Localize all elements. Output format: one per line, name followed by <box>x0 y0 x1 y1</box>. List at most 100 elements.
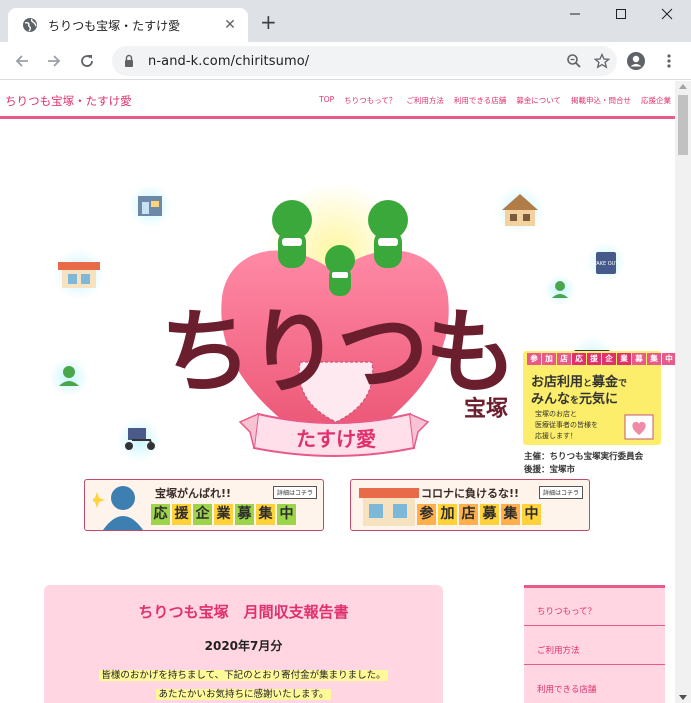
close-window-button[interactable] <box>644 0 690 28</box>
organizer-text: 主催：ちりつも宝塚実行委員会 <box>524 452 644 462</box>
reload-icon <box>81 55 93 67</box>
cheering-person-icon <box>93 486 143 530</box>
sponsor-tag: 参 <box>527 353 541 365</box>
profile-button[interactable] <box>625 50 647 72</box>
tab-close-icon[interactable]: ✕ <box>222 17 238 33</box>
url-text[interactable]: n-and-k.com/chiritsumo/ <box>148 54 561 69</box>
monthly-report: ちりつも宝塚 月間収支報告書 2020年7月分 皆様のおかげを持ちまして、下記の… <box>44 585 443 703</box>
report-highlight: あたたかいお気持ちに感謝いたします。 <box>156 689 331 700</box>
donation-box-icon <box>624 414 654 440</box>
scroll-down-icon[interactable] <box>679 695 687 700</box>
more-vert-icon <box>667 54 671 68</box>
nav-donation[interactable]: 募金について <box>516 95 561 106</box>
report-date: 2020年7月分 <box>204 639 283 653</box>
browser-tab[interactable]: ちりつも宝塚・たすけ愛 ✕ <box>8 8 248 42</box>
sponsor-tag: 店 <box>557 353 571 365</box>
banner-right-headline: コロナに負けるな!! <box>421 487 520 500</box>
report-line-2: あたたかいお気持ちに感謝いたします。 <box>44 686 443 700</box>
banner-left-chars: 応 援 企 業 募 集 中 <box>151 504 296 525</box>
delivery-scooter-icon <box>117 418 161 462</box>
sponsor-tag: 中 <box>662 353 675 365</box>
shop-recruit-banner[interactable]: コロナに負けるな!! 詳細はコチラ 参 加 店 募 集 中 <box>350 479 590 531</box>
takeout-bag-icon: TAKE OUT <box>586 242 626 282</box>
supporter-text: 後援：宝塚市 <box>524 465 576 475</box>
page-scrollbar[interactable] <box>675 81 691 703</box>
sponsor-recruit-banner[interactable]: 宝塚がんばれ!! 詳細はコチラ 応 援 企 業 募 集 中 <box>84 479 324 531</box>
sidebar-item-about[interactable]: ちりつもって？ <box>524 588 665 626</box>
account-icon <box>627 52 645 70</box>
menu-button[interactable] <box>659 51 679 71</box>
sponsor-headline-part: で <box>618 379 628 389</box>
scroll-up-icon[interactable] <box>679 84 687 89</box>
store-awning-icon <box>53 248 105 300</box>
report-highlight: 皆様のおかげを持ちまして、下記のとおり寄付金が集まりました。 <box>99 670 388 681</box>
zoom-button[interactable] <box>561 48 587 74</box>
nav-shops[interactable]: 利用できる店舗 <box>454 95 506 106</box>
nav-about[interactable]: ちりつもって？ <box>344 95 396 106</box>
tab-title: ちりつも宝塚・たすけ愛 <box>48 18 181 33</box>
banner-char: 企 <box>193 504 212 525</box>
sponsor-tag: 応 <box>572 353 586 365</box>
banner-left-detail-tag: 詳細はコチラ <box>272 486 317 499</box>
bookmark-button[interactable] <box>589 48 615 74</box>
banner-char: 中 <box>522 504 541 525</box>
zoom-icon <box>567 54 581 68</box>
lock-icon <box>125 54 133 67</box>
globe-icon <box>23 18 37 32</box>
ribbon-text: たすけ愛 <box>296 427 376 451</box>
sidebar-item-shops[interactable]: 利用できる店舗 <box>524 666 665 703</box>
shop-icon <box>359 488 419 526</box>
sponsor-tag: 加 <box>542 353 556 365</box>
sponsor-sub-1: 宝塚のお店と <box>535 410 577 418</box>
sidebar-item-howto[interactable]: ご利用方法 <box>524 627 665 665</box>
person-icon-right <box>544 274 576 306</box>
banner-char: 集 <box>501 504 520 525</box>
banner-right-chars: 参 加 店 募 集 中 <box>417 504 541 525</box>
address-bar[interactable]: n-and-k.com/chiritsumo/ <box>112 46 617 76</box>
sponsor-tag: 援 <box>587 353 601 365</box>
global-nav: TOP ちりつもって？ ご利用方法 利用できる店舗 募金について 掲載申込・問合… <box>319 95 671 106</box>
site-title[interactable]: ちりつも宝塚・たすけ愛 <box>5 93 132 109</box>
sponsor-headline-part: を <box>570 396 580 406</box>
browser-toolbar: n-and-k.com/chiritsumo/ <box>0 42 691 80</box>
banner-char: 募 <box>235 504 254 525</box>
banner-right-detail-tag: 詳細はコチラ <box>538 486 583 499</box>
person-icon-left <box>49 357 89 397</box>
banner-left-headline: 宝塚がんばれ!! <box>155 487 232 500</box>
new-tab-button[interactable]: + <box>260 12 277 32</box>
web-page: ちりつも宝塚・たすけ愛 TOP ちりつもって？ ご利用方法 利用できる店舗 募金… <box>0 81 675 703</box>
banner-char: 参 <box>417 504 436 525</box>
nav-contact[interactable]: 掲載申込・問合せ <box>571 95 631 106</box>
shop-front-icon <box>128 184 172 228</box>
banner-char: 集 <box>256 504 275 525</box>
nav-howto[interactable]: ご利用方法 <box>406 95 444 106</box>
nav-sponsors[interactable]: 応援企業 <box>641 95 671 106</box>
banner-char: 加 <box>438 504 457 525</box>
report-line-1: 皆様のおかげを持ちまして、下記のとおり寄付金が集まりました。 <box>44 667 443 681</box>
sponsor-tag: 企 <box>602 353 616 365</box>
banner-char: 援 <box>172 504 191 525</box>
sponsor-sub-3: 応援します！ <box>535 432 577 440</box>
reload-button[interactable] <box>77 51 97 71</box>
minimize-icon <box>570 13 580 15</box>
banner-char: 応 <box>151 504 170 525</box>
banner-char: 業 <box>214 504 233 525</box>
sponsor-headline-part: 元気に <box>579 392 619 407</box>
report-title: ちりつも宝塚 月間収支報告書 <box>138 603 349 621</box>
nav-top[interactable]: TOP <box>319 95 334 106</box>
sponsor-sub-2: 医療従事者の皆様を <box>535 421 598 429</box>
sponsor-tag: 業 <box>617 353 631 365</box>
house-icon <box>496 186 544 234</box>
banner-char: 中 <box>277 504 296 525</box>
banner-char: 募 <box>480 504 499 525</box>
takeout-label: TAKE OUT <box>593 261 620 267</box>
minimize-button[interactable] <box>552 0 598 28</box>
sponsor-tag: 募 <box>632 353 646 365</box>
scrollbar-thumb[interactable] <box>678 95 688 155</box>
sponsor-headline-2: みんなを元気に <box>531 388 618 407</box>
forward-button[interactable] <box>44 51 64 71</box>
site-header: ちりつも宝塚・たすけ愛 TOP ちりつもって？ ご利用方法 利用できる店舗 募金… <box>0 81 675 119</box>
maximize-button[interactable] <box>598 0 644 28</box>
back-button[interactable] <box>12 51 32 71</box>
sponsor-recruit-box[interactable]: 参 加 店 応 援 企 業 募 集 中 お店利用と募金で みんなを元気に 宝塚の… <box>523 351 675 445</box>
